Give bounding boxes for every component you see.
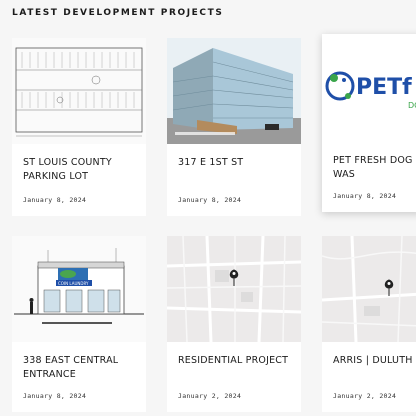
section-heading: LATEST DEVELOPMENT PROJECTS [12,8,224,18]
pet-fresh-logo: PETf DO [322,34,416,144]
location-map [322,236,416,342]
project-card-st-louis-parking[interactable]: ST LOUIS COUNTY PARKING LOT January 8, 2… [12,38,146,216]
project-title[interactable]: 317 E 1ST ST [178,156,293,170]
location-map [167,236,301,342]
project-card-317-e-1st-st[interactable]: 317 E 1ST ST January 8, 2024 [167,38,301,216]
project-card-pet-fresh[interactable]: PETf DO PET FRESH DOG WAS January 8, 202… [322,34,416,212]
project-date: January 8, 2024 [333,192,397,200]
project-title[interactable]: 338 EAST CENTRAL ENTRANCE [23,354,138,382]
project-title[interactable]: RESIDENTIAL PROJECT [178,354,293,368]
project-title[interactable]: ST LOUIS COUNTY PARKING LOT [23,156,138,184]
logo-subtext: DO [408,101,416,110]
project-title[interactable]: ARRIS | DULUTH [333,354,414,368]
project-title[interactable]: PET FRESH DOG WAS [333,154,414,182]
building-rendering [167,38,301,144]
project-card-338-east-central[interactable]: COIN LAUNDRY 338 EAST CENTRAL ENTRANCE J… [12,236,146,412]
storefront-elevation-drawing: COIN LAUNDRY [12,236,146,342]
site-plan-drawing [12,38,146,144]
logo-text: PETf [356,75,412,100]
project-card-residential[interactable]: RESIDENTIAL PROJECT January 2, 2024 [167,236,301,412]
project-date: January 8, 2024 [23,392,87,400]
project-date: January 8, 2024 [178,196,242,204]
project-date: January 2, 2024 [178,392,242,400]
project-card-arris-duluth[interactable]: ARRIS | DULUTH January 2, 2024 [322,236,416,412]
sign-text: COIN LAUNDRY [58,281,89,286]
project-date: January 2, 2024 [333,392,397,400]
project-date: January 8, 2024 [23,196,87,204]
